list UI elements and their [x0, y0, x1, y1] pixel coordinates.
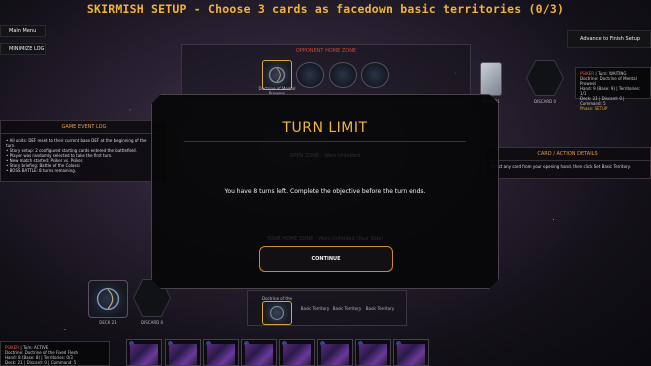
spiral-art-icon	[268, 66, 286, 84]
opponent-discard-label: DISCARD 0	[533, 99, 556, 104]
continue-button[interactable]: CONTINUE	[259, 246, 393, 272]
hand-card[interactable]	[126, 339, 162, 366]
basic-territory-slot-1[interactable]: Basic Territory	[300, 306, 330, 311]
game-event-log: GAME EVENT LOG • All units: DEF reset to…	[0, 120, 168, 182]
turn-limit-modal: TURN LIMIT OPEN ZONE - Wars Unfolded You…	[151, 94, 499, 289]
modal-ghost-open-zone: OPEN ZONE - Wars Unfolded	[289, 153, 361, 159]
opponent-zone-label: OPPONENT HOME ZONE	[295, 48, 357, 54]
card-action-details: CARD / ACTION DETAILS Select any card fr…	[484, 147, 651, 179]
opponent-facedown-card-3	[361, 62, 389, 88]
opponent-facedown-card-1	[296, 62, 324, 88]
modal-message: You have 8 turns left. Complete the obje…	[224, 188, 426, 195]
hand-card[interactable]	[203, 339, 239, 366]
advance-finish-setup-button[interactable]: Advance to Finish Setup	[567, 30, 651, 48]
card-action-title: CARD / ACTION DETAILS	[485, 148, 650, 161]
opponent-phase: Phase: SETUP	[580, 106, 608, 111]
modal-title: TURN LIMIT	[282, 120, 368, 136]
player-discard-count: Discard: 0	[26, 360, 47, 365]
player-command: Command: 5	[50, 360, 77, 365]
hand-card[interactable]	[317, 339, 353, 366]
hand-card[interactable]	[241, 339, 277, 366]
hand-card[interactable]	[165, 339, 201, 366]
basic-territory-slot-3[interactable]: Basic Territory	[365, 306, 395, 311]
spiral-art-icon	[270, 306, 284, 320]
hand-card[interactable]	[393, 339, 429, 366]
log-line: • All units: DEF reset to their current …	[6, 138, 147, 143]
player-deck-label: DECK 21	[99, 320, 117, 325]
player-status-box: PSIKER | Turn: ACTIVE Doctrine: Doctrine…	[0, 341, 110, 366]
opponent-status-box: PSIKER | Turn: WAITING Doctrine: Doctrin…	[575, 67, 651, 111]
hand-card[interactable]	[355, 339, 391, 366]
game-log-title: GAME EVENT LOG	[1, 121, 167, 134]
main-menu-button[interactable]: Main Menu	[0, 25, 46, 37]
player-discard-label: DISCARD 0	[140, 320, 163, 325]
hand-card[interactable]	[279, 339, 315, 366]
log-line: • BOSS BATTLE: 8 turns remaining.	[6, 168, 77, 173]
page-title: SKIRMISH SETUP - Choose 3 cards as faced…	[86, 2, 565, 16]
player-doctrine-card[interactable]	[262, 301, 292, 325]
spiral-art-icon	[96, 287, 120, 311]
card-action-text: Select any card from your opening hand, …	[490, 164, 631, 169]
basic-territory-slot-2[interactable]: Basic Territory	[332, 306, 362, 311]
opponent-facedown-card-2	[329, 62, 357, 88]
opponent-doctrine: Doctrine: Doctrine of Mental Prowess	[580, 76, 637, 86]
opponent-deck[interactable]	[480, 62, 502, 96]
player-deck[interactable]	[88, 280, 128, 318]
minimize-log-button[interactable]: MINIMIZE LOG	[0, 43, 46, 55]
modal-divider	[184, 141, 466, 142]
modal-ghost-home-zone: YOUR HOME ZONE - Wars Unfolded (Your Sid…	[266, 236, 384, 242]
player-deck-count: Deck: 21	[5, 360, 23, 365]
opponent-home-zone: OPPONENT HOME ZONE	[181, 44, 471, 102]
